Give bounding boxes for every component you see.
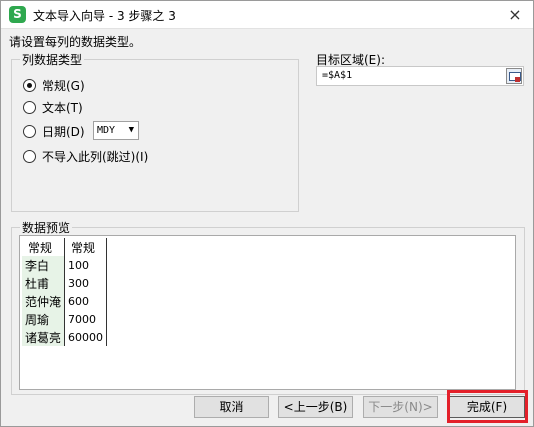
table-cell: 7000 (64, 310, 108, 328)
table-row: 杜甫 300 (22, 274, 108, 292)
data-preview-table[interactable]: 常规 常规 李白 100 杜甫 300 范仲淹 600 周瑜 7000 诸葛亮 … (19, 235, 516, 390)
date-format-select[interactable]: MDY ▼ (93, 121, 139, 140)
table-cell: 杜甫 (22, 274, 66, 292)
radio-general-circle[interactable] (23, 79, 36, 92)
table-cell: 600 (64, 292, 108, 310)
radio-skip-circle[interactable] (23, 150, 36, 163)
table-row: 周瑜 7000 (22, 310, 108, 328)
table-row: 诸葛亮 60000 (22, 328, 108, 346)
range-select-icon[interactable] (506, 68, 522, 84)
title-bar: S 文本导入向导 - 3 步骤之 3 × (1, 1, 533, 29)
preview-header-cell[interactable]: 常规 (22, 238, 66, 256)
cancel-button[interactable]: 取消 (194, 396, 269, 418)
radio-general[interactable]: 常规(G) (23, 77, 85, 94)
wps-app-icon: S (9, 6, 26, 23)
table-cell: 李白 (22, 256, 66, 274)
radio-general-label: 常规(G) (42, 79, 85, 93)
column-type-legend: 列数据类型 (20, 51, 85, 68)
radio-text-circle[interactable] (23, 101, 36, 114)
date-format-value: MDY (97, 125, 116, 136)
radio-text-label: 文本(T) (42, 101, 83, 115)
chevron-down-icon: ▼ (128, 125, 134, 135)
table-cell: 100 (64, 256, 108, 274)
close-button[interactable]: × (503, 3, 527, 27)
radio-date-circle[interactable] (23, 125, 36, 138)
target-range-input[interactable]: =$A$1 (316, 66, 524, 86)
radio-text[interactable]: 文本(T) (23, 99, 83, 116)
instruction-text: 请设置每列的数据类型。 (9, 35, 142, 49)
radio-date-label: 日期(D) (42, 125, 85, 139)
table-cell: 诸葛亮 (22, 328, 66, 346)
preview-header-cell[interactable]: 常规 (64, 238, 108, 256)
text-import-wizard-dialog: S 文本导入向导 - 3 步骤之 3 × 请设置每列的数据类型。 列数据类型 常… (0, 0, 534, 427)
finish-highlight-box (447, 390, 528, 423)
back-button[interactable]: <上一步(B) (278, 396, 353, 418)
target-range-value: =$A$1 (322, 70, 353, 81)
table-cell: 周瑜 (22, 310, 66, 328)
preview-header-row: 常规 常规 (22, 238, 108, 256)
radio-skip-label: 不导入此列(跳过)(I) (42, 150, 149, 164)
table-cell: 范仲淹 (22, 292, 66, 310)
table-cell: 300 (64, 274, 108, 292)
preview-grid: 常规 常规 李白 100 杜甫 300 范仲淹 600 周瑜 7000 诸葛亮 … (22, 238, 108, 346)
radio-skip[interactable]: 不导入此列(跳过)(I) (23, 148, 148, 165)
table-row: 范仲淹 600 (22, 292, 108, 310)
table-cell: 60000 (64, 328, 108, 346)
data-preview-legend: 数据预览 (20, 219, 73, 236)
table-row: 李白 100 (22, 256, 108, 274)
radio-date[interactable]: 日期(D) (23, 123, 85, 140)
next-button[interactable]: 下一步(N)> (363, 396, 438, 418)
window-title: 文本导入向导 - 3 步骤之 3 (33, 9, 176, 23)
